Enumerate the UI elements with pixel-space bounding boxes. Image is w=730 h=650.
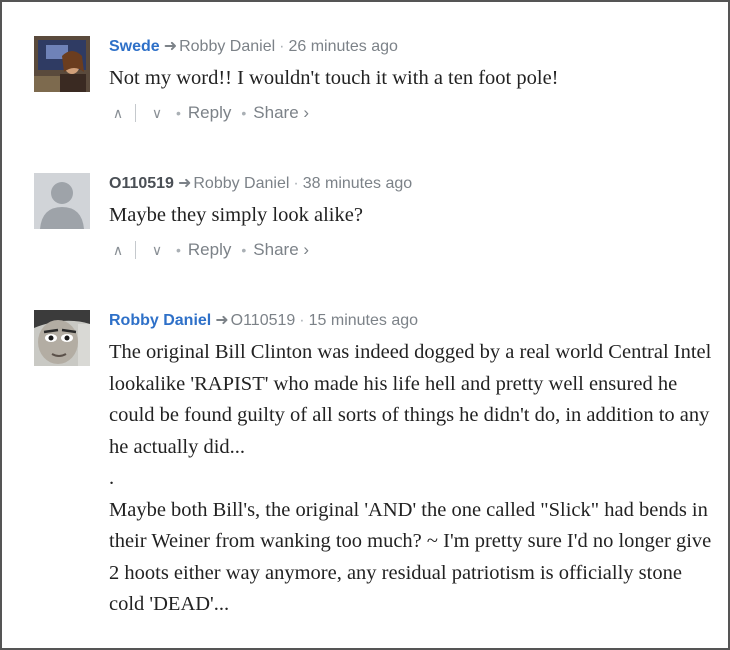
reply-button[interactable]: Reply [188, 238, 231, 262]
avatar-photo-icon [34, 36, 90, 92]
action-separator: • [176, 104, 181, 121]
vote-divider [135, 240, 136, 259]
action-separator: • [176, 241, 181, 258]
share-button[interactable]: Share › [253, 101, 309, 125]
author-link[interactable]: Swede [109, 38, 160, 55]
default-user-icon [34, 173, 90, 229]
comment-text: The original Bill Clinton was indeed dog… [109, 337, 714, 621]
comment-paragraph: The original Bill Clinton was indeed dog… [109, 341, 712, 458]
comment-paragraph: . [109, 467, 115, 489]
share-button[interactable]: Share › [253, 238, 309, 262]
reply-to-link[interactable]: O110519 [231, 312, 296, 329]
arrow-right-icon: ➜ [215, 312, 229, 329]
action-separator: • [241, 104, 247, 121]
arrow-right-icon: ➜ [163, 38, 178, 55]
meta-separator: · [299, 312, 305, 329]
comment-meta: Robby Daniel ➜ O110519 · 15 minutes ago [109, 310, 714, 332]
comment-text: Not my word!! I wouldn't touch it with a… [109, 63, 714, 95]
comment-body: Robby Daniel ➜ O110519 · 15 minutes ago The … [109, 310, 714, 621]
avatar[interactable] [34, 310, 90, 366]
avatar[interactable] [34, 173, 90, 229]
comment-paragraph: Maybe they simply look alike? [109, 204, 363, 226]
comment-actions: ∧ ∨ • Reply • Share › [109, 101, 714, 125]
avatar-photo-icon [34, 310, 90, 366]
reply-to-link[interactable]: Robby Daniel [193, 175, 289, 192]
comment-meta: Swede ➜ Robby Daniel · 26 minutes ago [109, 36, 714, 58]
timestamp-link[interactable]: 15 minutes ago [309, 312, 418, 329]
comment-meta: O110519 ➜ Robby Daniel · 38 minutes ago [109, 173, 714, 195]
chevron-down-icon[interactable]: ∨ [148, 238, 166, 262]
comment-paragraph: Not my word!! I wouldn't touch it with a… [109, 67, 559, 89]
meta-separator: · [293, 175, 299, 192]
reply-button[interactable]: Reply [188, 101, 231, 125]
comment-text: Maybe they simply look alike? [109, 200, 714, 232]
meta-separator: · [279, 38, 285, 55]
author-link[interactable]: Robby Daniel [109, 312, 211, 329]
comment-paragraph: Maybe both Bill's, the original 'AND' th… [109, 498, 712, 616]
author-link[interactable]: O110519 [109, 175, 174, 192]
comment-thread: Swede ➜ Robby Daniel · 26 minutes ago Not my… [0, 0, 730, 650]
comment-actions: ∧ ∨ • Reply • Share › [109, 238, 714, 262]
chevron-up-icon[interactable]: ∧ [109, 101, 127, 125]
vote-divider [135, 103, 136, 122]
comment-body: O110519 ➜ Robby Daniel · 38 minutes ago Mayb… [109, 173, 714, 262]
comment-body: Swede ➜ Robby Daniel · 26 minutes ago Not my… [109, 36, 714, 125]
chevron-up-icon[interactable]: ∧ [109, 238, 127, 262]
arrow-right-icon: ➜ [177, 175, 192, 192]
action-separator: • [241, 241, 247, 258]
chevron-down-icon[interactable]: ∨ [148, 101, 166, 125]
reply-to-link[interactable]: Robby Daniel [179, 38, 275, 55]
timestamp-link[interactable]: 26 minutes ago [288, 38, 397, 55]
timestamp-link[interactable]: 38 minutes ago [303, 175, 412, 192]
avatar[interactable] [34, 36, 90, 92]
